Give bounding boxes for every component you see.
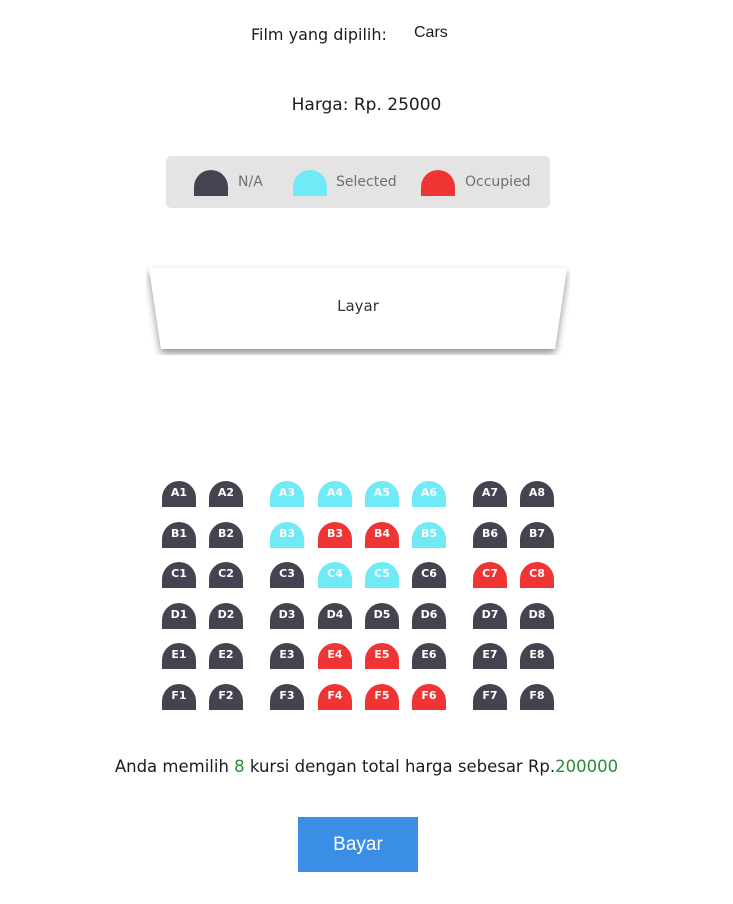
seat-a8[interactable]: A8 [520, 481, 554, 507]
seat-b2[interactable]: B2 [209, 522, 243, 548]
film-row: Film yang dipilih: Cars [0, 22, 733, 50]
seat-e3[interactable]: E3 [270, 643, 304, 669]
seat-e4[interactable]: E4 [318, 643, 352, 669]
seat-d6[interactable]: D6 [412, 603, 446, 629]
seat-a6[interactable]: A6 [412, 481, 446, 507]
seat-c5[interactable]: C5 [365, 562, 399, 588]
seat-c3[interactable]: C3 [270, 562, 304, 588]
seat-e8[interactable]: E8 [520, 643, 554, 669]
seat-d3[interactable]: D3 [270, 603, 304, 629]
seat-d5[interactable]: D5 [365, 603, 399, 629]
summary-prefix: Anda memilih [114, 757, 235, 776]
seat-e6[interactable]: E6 [412, 643, 446, 669]
seat-f4[interactable]: F4 [318, 684, 352, 710]
seat-a7[interactable]: A7 [473, 481, 507, 507]
seat-c1[interactable]: C1 [162, 562, 196, 588]
seat-d1[interactable]: D1 [162, 603, 196, 629]
seat-f8[interactable]: F8 [520, 684, 554, 710]
seat-d4[interactable]: D4 [318, 603, 352, 629]
seat-b3[interactable]: B3 [318, 522, 352, 548]
seat-a1[interactable]: A1 [162, 481, 196, 507]
seat-b5[interactable]: B5 [412, 522, 446, 548]
seat-a2[interactable]: A2 [209, 481, 243, 507]
seat-c2[interactable]: C2 [209, 562, 243, 588]
seat-legend: N/A Selected Occupied [166, 156, 550, 208]
screen-label: Layar [337, 297, 379, 315]
seat-f6[interactable]: F6 [412, 684, 446, 710]
selection-summary: Anda memilih 8 kursi dengan total harga … [0, 757, 733, 776]
seat-c6[interactable]: C6 [412, 562, 446, 588]
seat-b7[interactable]: B7 [520, 522, 554, 548]
seat-f5[interactable]: F5 [365, 684, 399, 710]
seat-e1[interactable]: E1 [162, 643, 196, 669]
legend-seat-selected-icon [293, 170, 327, 196]
legend-label-occupied: Occupied [465, 174, 531, 190]
total-price: 200000 [555, 757, 619, 776]
seat-f3[interactable]: F3 [270, 684, 304, 710]
cinema-screen: Layar [146, 265, 570, 355]
seat-b6[interactable]: B6 [473, 522, 507, 548]
seat-f1[interactable]: F1 [162, 684, 196, 710]
seat-b1[interactable]: B1 [162, 522, 196, 548]
seat-a3[interactable]: A3 [270, 481, 304, 507]
seat-a5[interactable]: A5 [365, 481, 399, 507]
legend-seat-occupied-icon [421, 170, 455, 196]
seat-c7[interactable]: C7 [473, 562, 507, 588]
seat-c8[interactable]: C8 [520, 562, 554, 588]
seat-b4[interactable]: B4 [365, 522, 399, 548]
seat-b3[interactable]: B3 [270, 522, 304, 548]
film-label: Film yang dipilih: [251, 25, 387, 44]
film-select[interactable]: Cars [404, 22, 458, 48]
summary-middle: kursi dengan total harga sebesar Rp. [244, 757, 556, 776]
legend-seat-na-icon [194, 170, 228, 196]
seat-d2[interactable]: D2 [209, 603, 243, 629]
seat-f7[interactable]: F7 [473, 684, 507, 710]
legend-label-na: N/A [238, 174, 263, 190]
seat-c4[interactable]: C4 [318, 562, 352, 588]
seat-d8[interactable]: D8 [520, 603, 554, 629]
seat-e7[interactable]: E7 [473, 643, 507, 669]
seat-a4[interactable]: A4 [318, 481, 352, 507]
seat-e2[interactable]: E2 [209, 643, 243, 669]
seat-d7[interactable]: D7 [473, 603, 507, 629]
seat-e5[interactable]: E5 [365, 643, 399, 669]
pay-button[interactable]: Bayar [298, 817, 418, 872]
ticket-price: Harga: Rp. 25000 [291, 95, 442, 115]
selected-seat-count: 8 [234, 757, 245, 776]
seat-f2[interactable]: F2 [209, 684, 243, 710]
legend-label-selected: Selected [336, 174, 397, 190]
